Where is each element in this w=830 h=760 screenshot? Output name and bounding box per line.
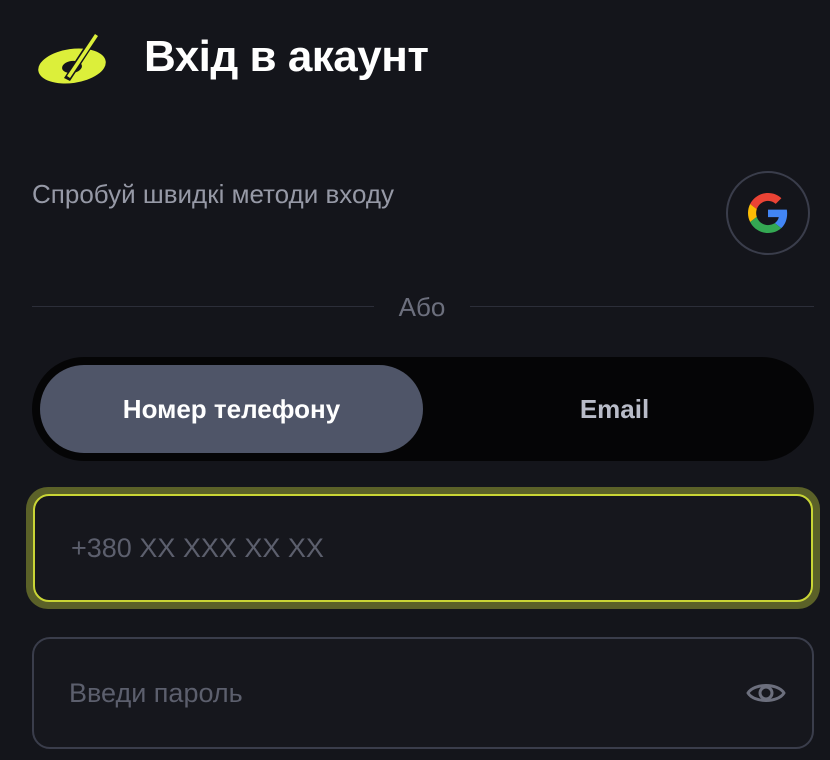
divider-line-left <box>32 306 374 307</box>
google-icon <box>748 193 788 233</box>
quick-login-text: Спробуй швидкі методи входу <box>32 179 395 209</box>
phone-field-focus-ring <box>26 487 820 609</box>
google-login-button[interactable] <box>726 171 810 255</box>
phone-field-box <box>33 494 813 602</box>
page-title: Вхід в акаунт <box>144 32 429 81</box>
tab-phone-number[interactable]: Номер телефону <box>40 365 423 453</box>
divider-text: Або <box>398 292 446 322</box>
or-divider: Або <box>32 290 814 324</box>
tab-email[interactable]: Email <box>423 365 806 453</box>
divider-line-right <box>470 306 814 307</box>
brand-logo-icon <box>38 32 106 84</box>
show-password-button[interactable] <box>744 671 788 715</box>
eye-icon <box>746 684 786 702</box>
password-field-box <box>32 637 814 749</box>
phone-input[interactable] <box>69 531 811 565</box>
login-method-tabs: Номер телефону Email <box>32 357 814 461</box>
password-input[interactable] <box>67 676 744 710</box>
page-header: Вхід в акаунт <box>36 26 429 88</box>
